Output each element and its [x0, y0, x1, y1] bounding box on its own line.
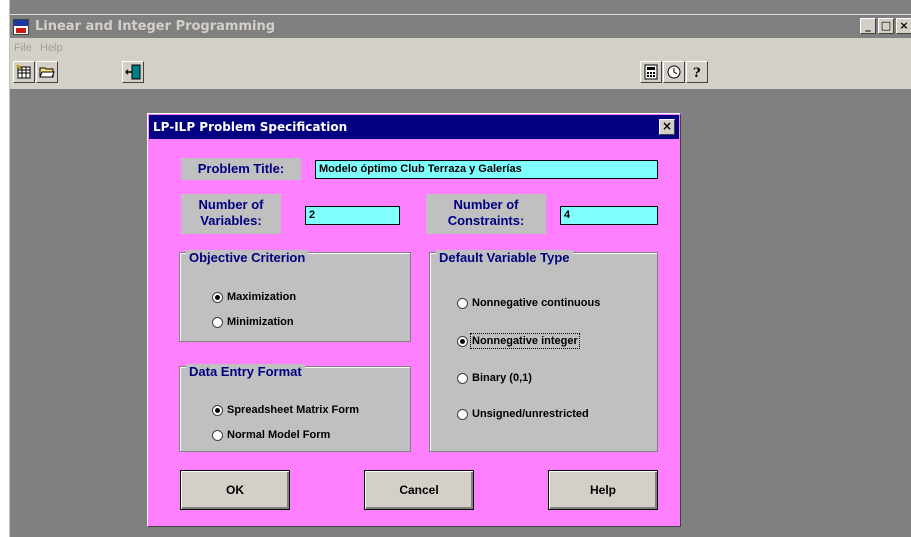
problem-title-label: Problem Title:: [181, 158, 301, 180]
radio-minimization-label: Minimization: [227, 316, 294, 328]
new-problem-icon: [16, 64, 31, 79]
radio-maximization-indicator[interactable]: [212, 291, 223, 303]
menu-file[interactable]: File: [14, 42, 32, 54]
objective-criterion-group: Objective Criterion Maximization Minimiz…: [179, 250, 411, 342]
open-folder-icon: [39, 67, 55, 78]
radio-maximization[interactable]: Maximization: [212, 291, 296, 303]
radio-minimization[interactable]: Minimization: [212, 316, 294, 328]
clock-button[interactable]: [663, 61, 685, 83]
dialog-title: LP-ILP Problem Specification: [153, 120, 348, 134]
cancel-button[interactable]: Cancel: [364, 470, 474, 510]
radio-spreadsheet-label: Spreadsheet Matrix Form: [227, 404, 360, 416]
radio-maximization-label: Maximization: [227, 291, 297, 303]
exit-door-icon: [125, 64, 141, 80]
num-variables-label-line1: Number of: [198, 197, 264, 212]
radio-spreadsheet-indicator[interactable]: [212, 404, 223, 416]
open-button[interactable]: [36, 61, 58, 83]
radio-nonnegative-integer[interactable]: Nonnegative integer: [457, 333, 580, 349]
exit-button[interactable]: [122, 61, 144, 83]
close-button[interactable]: ×: [896, 18, 911, 34]
radio-unsigned-indicator[interactable]: [457, 408, 468, 420]
problem-title-input[interactable]: Modelo óptimo Club Terraza y Galerías: [315, 160, 658, 179]
dialog-close-button[interactable]: ×: [659, 119, 675, 135]
help-question-icon: ?: [693, 66, 701, 80]
app-titlebar: Linear and Integer Programming _ □ ×: [10, 14, 911, 38]
num-variables-input[interactable]: 2: [305, 206, 400, 225]
radio-continuous-indicator[interactable]: [457, 297, 468, 309]
default-variable-type-group: Default Variable Type Nonnegative contin…: [429, 250, 658, 452]
help-button[interactable]: ?: [686, 61, 708, 83]
menu-help[interactable]: Help: [40, 42, 63, 54]
radio-binary-label: Binary (0,1): [472, 372, 532, 384]
clock-icon: [667, 65, 681, 79]
radio-normal-model-label: Normal Model Form: [227, 429, 331, 441]
radio-minimization-indicator[interactable]: [212, 316, 223, 328]
radio-integer-indicator[interactable]: [457, 335, 468, 347]
objective-criterion-title: Objective Criterion: [186, 250, 309, 265]
problem-spec-dialog: LP-ILP Problem Specification × Problem T…: [147, 113, 681, 527]
radio-unsigned[interactable]: Unsigned/unrestricted: [457, 408, 589, 420]
radio-nonnegative-continuous[interactable]: Nonnegative continuous: [457, 297, 600, 309]
calculator-button[interactable]: [640, 61, 662, 83]
menu-bar: File Help: [10, 38, 911, 58]
app-logo-icon: [13, 19, 29, 35]
calculator-icon: [644, 64, 658, 80]
radio-normal-model[interactable]: Normal Model Form: [212, 429, 330, 441]
radio-unsigned-label: Unsigned/unrestricted: [472, 408, 589, 420]
maximize-button[interactable]: □: [878, 18, 894, 34]
toolbar: ?: [10, 58, 911, 90]
default-variable-type-title: Default Variable Type: [436, 250, 573, 265]
num-constraints-input[interactable]: 4: [560, 206, 658, 225]
num-constraints-label: Number of Constraints:: [426, 194, 546, 234]
num-constraints-label-line2: Constraints:: [447, 213, 525, 228]
num-variables-label-line2: Variables:: [200, 213, 262, 228]
data-entry-format-group: Data Entry Format Spreadsheet Matrix For…: [179, 364, 411, 452]
radio-spreadsheet-matrix[interactable]: Spreadsheet Matrix Form: [212, 404, 359, 416]
svg-text:?: ?: [693, 66, 701, 80]
num-variables-label: Number of Variables:: [181, 194, 281, 234]
dialog-titlebar: LP-ILP Problem Specification ×: [149, 115, 679, 139]
radio-continuous-label: Nonnegative continuous: [472, 297, 601, 309]
minimize-button[interactable]: _: [860, 18, 876, 34]
ok-button[interactable]: OK: [180, 470, 290, 510]
radio-binary-indicator[interactable]: [457, 372, 468, 384]
radio-integer-label: Nonnegative integer: [470, 333, 580, 349]
num-constraints-label-line1: Number of: [453, 197, 519, 212]
radio-binary[interactable]: Binary (0,1): [457, 372, 532, 384]
data-entry-format-title: Data Entry Format: [186, 364, 305, 379]
app-title: Linear and Integer Programming: [35, 19, 276, 34]
radio-normal-model-indicator[interactable]: [212, 429, 223, 441]
app-window: Linear and Integer Programming _ □ × Fil…: [9, 0, 911, 537]
new-problem-button[interactable]: [13, 61, 35, 83]
help-dialog-button[interactable]: Help: [548, 470, 658, 510]
